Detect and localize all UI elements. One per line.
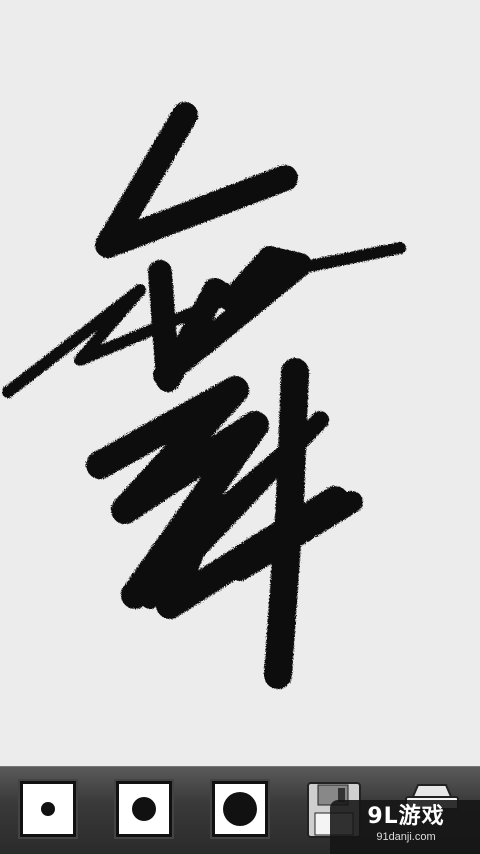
large-dot-icon xyxy=(223,792,257,826)
site-watermark: 9L游戏 91danji.com xyxy=(330,800,480,854)
calligraphy-strokes xyxy=(2,102,406,689)
watermark-url: 91danji.com xyxy=(376,831,436,843)
medium-dot-icon xyxy=(132,797,156,821)
brush-medium-button[interactable] xyxy=(116,781,172,837)
brush-large-button[interactable] xyxy=(212,781,268,837)
calligraphy-app: 9L游戏 91danji.com xyxy=(0,0,480,854)
small-dot-icon xyxy=(41,802,55,816)
stroke-6 xyxy=(264,358,309,689)
watermark-logo: 9L游戏 xyxy=(367,804,445,829)
brush-small-button[interactable] xyxy=(20,781,76,837)
stroke-1 xyxy=(95,102,298,258)
drawing-canvas[interactable] xyxy=(0,0,480,766)
